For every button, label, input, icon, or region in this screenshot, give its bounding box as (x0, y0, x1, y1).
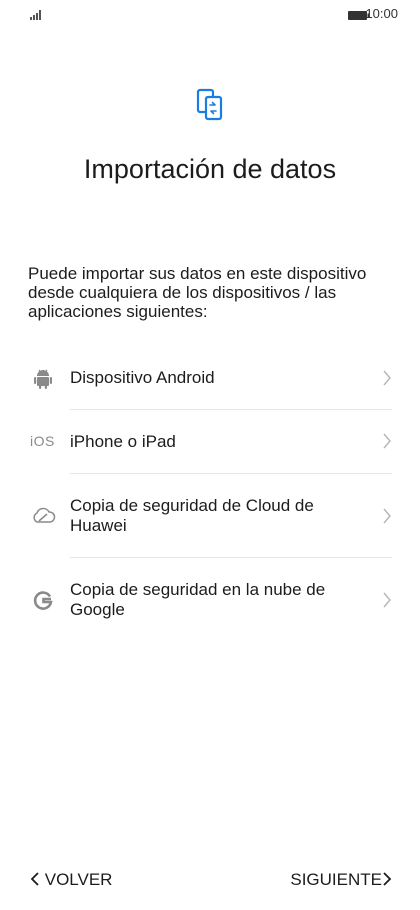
chevron-right-icon (383, 370, 391, 386)
option-google-cloud[interactable]: Copia de seguridad en la nube de Google (0, 568, 420, 640)
chevron-right-icon (383, 433, 391, 449)
option-ios[interactable]: iOS iPhone o iPad (0, 420, 420, 472)
back-button[interactable]: VOLVER (30, 870, 112, 890)
option-huawei-cloud[interactable]: Copia de seguridad de Cloud de Huawei (0, 484, 420, 556)
google-icon (33, 591, 53, 610)
next-label: SIGUIENTE (290, 870, 382, 889)
footer-nav: VOLVER SIGUIENTE (0, 870, 420, 896)
page-title: Importación de datos (83, 154, 337, 184)
description-text: Puede importar sus datos en este disposi… (28, 264, 367, 321)
back-label: VOLVER (44, 870, 113, 889)
option-label: Copia de seguridad en la nube de Google (70, 580, 326, 619)
android-icon (34, 369, 52, 389)
divider (70, 409, 392, 410)
status-time: 10:00 (365, 6, 398, 21)
divider (70, 557, 392, 558)
next-button[interactable]: SIGUIENTE (290, 870, 392, 890)
chevron-right-icon (383, 508, 391, 524)
chevron-right-icon (383, 592, 391, 608)
chevron-right-icon (383, 872, 392, 886)
option-label: iPhone o iPad (70, 432, 176, 451)
option-label: Copia de seguridad de Cloud de Huawei (70, 496, 314, 535)
chevron-left-icon (30, 872, 39, 886)
status-bar: 10:00 (0, 0, 420, 30)
option-label: Dispositivo Android (70, 368, 215, 387)
cloud-icon (33, 507, 56, 523)
divider (70, 473, 392, 474)
phone-transfer-icon (196, 88, 223, 121)
signal-icon (30, 10, 41, 20)
option-android[interactable]: Dispositivo Android (0, 358, 420, 410)
ios-icon: iOS (30, 433, 55, 449)
